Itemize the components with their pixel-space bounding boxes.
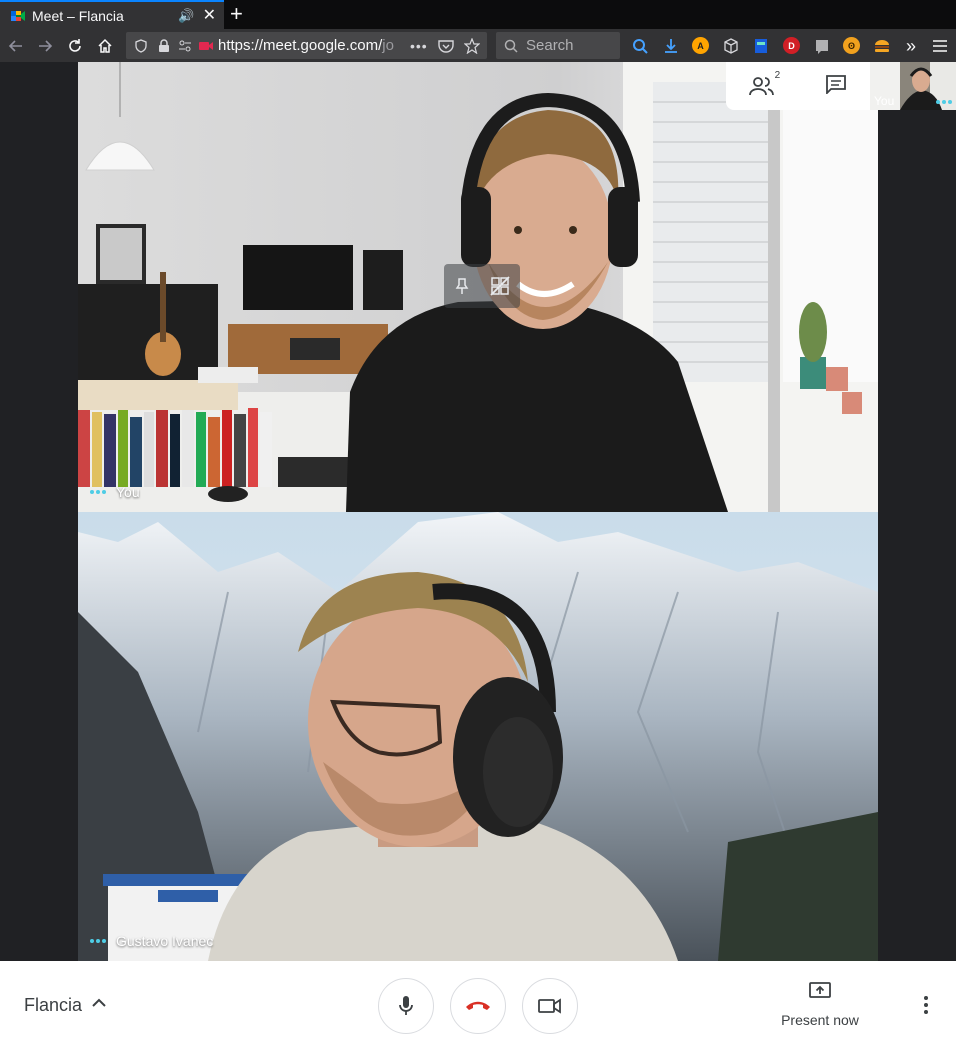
extension-burger-icon[interactable] bbox=[872, 36, 892, 56]
extension-note-icon[interactable] bbox=[812, 36, 832, 56]
audio-activity-dots-icon bbox=[90, 490, 106, 494]
speaker-icon[interactable]: 🔊 bbox=[178, 8, 194, 24]
remove-from-grid-icon[interactable] bbox=[490, 276, 510, 296]
audio-activity-dots-icon bbox=[90, 939, 106, 943]
search-bar[interactable]: Search bbox=[496, 32, 620, 59]
url-bar[interactable]: https://meet.google.com/jo ••• bbox=[126, 32, 487, 59]
star-bookmark-icon[interactable] bbox=[463, 37, 480, 54]
extension-greasemonkey-icon[interactable]: ʘ bbox=[843, 37, 860, 54]
reload-icon[interactable] bbox=[65, 36, 85, 56]
camera-button[interactable] bbox=[522, 978, 578, 1034]
overflow-chevrons-icon[interactable]: » bbox=[901, 36, 921, 56]
participants-count: 2 bbox=[774, 70, 781, 81]
search-icon bbox=[504, 39, 518, 53]
extension-bitwarden-icon[interactable] bbox=[751, 36, 771, 56]
camera-in-use-icon[interactable] bbox=[198, 40, 214, 52]
search-placeholder: Search bbox=[526, 37, 574, 54]
tile-controls bbox=[444, 264, 520, 308]
forward-arrow-icon[interactable] bbox=[35, 36, 55, 56]
participant-name: Gustavo Ivanec bbox=[116, 933, 214, 949]
participant-name: You bbox=[116, 484, 140, 500]
people-button[interactable]: 2 bbox=[748, 70, 780, 96]
search-toolbar-icon[interactable] bbox=[630, 36, 650, 56]
tab-title: Meet – Flancia bbox=[32, 7, 124, 24]
shield-icon[interactable] bbox=[134, 38, 148, 53]
extension-box-icon[interactable] bbox=[721, 36, 741, 56]
present-screen-icon bbox=[809, 982, 831, 998]
browser-navbar: https://meet.google.com/jo ••• Search A … bbox=[0, 29, 956, 62]
mountain-background-video-image bbox=[78, 512, 878, 961]
video-camera-icon bbox=[538, 998, 561, 1014]
hang-up-icon bbox=[466, 1001, 490, 1010]
permissions-icon[interactable] bbox=[178, 40, 192, 52]
present-now-button[interactable]: Present now bbox=[770, 981, 870, 1028]
tab-meet[interactable]: Meet – Flancia 🔊 ✕ bbox=[0, 0, 224, 29]
self-view-label: You bbox=[874, 94, 895, 108]
audio-activity-dots-icon bbox=[936, 100, 952, 104]
participant-name-label: You bbox=[90, 484, 140, 500]
meeting-name[interactable]: Flancia bbox=[24, 995, 82, 1016]
present-now-label: Present now bbox=[781, 1012, 859, 1028]
pocket-icon[interactable] bbox=[438, 39, 454, 53]
browser-tabbar: Meet – Flancia 🔊 ✕ + bbox=[0, 0, 956, 29]
microphone-button[interactable] bbox=[378, 978, 434, 1034]
more-options-icon[interactable] bbox=[916, 991, 936, 1019]
chat-icon bbox=[826, 74, 847, 95]
video-tile-you[interactable]: You bbox=[78, 62, 878, 512]
participant-name-label: Gustavo Ivanec bbox=[90, 933, 213, 949]
pin-icon[interactable] bbox=[454, 277, 470, 295]
back-arrow-icon[interactable] bbox=[6, 36, 26, 56]
meet-control-bar: Flancia Present now bbox=[0, 961, 956, 1050]
video-tile-gustavo-ivanec[interactable]: Gustavo Ivanec bbox=[78, 512, 878, 961]
lock-icon[interactable] bbox=[158, 38, 170, 53]
home-icon[interactable] bbox=[95, 36, 115, 56]
close-icon[interactable]: ✕ bbox=[203, 7, 216, 24]
hamburger-menu-icon[interactable] bbox=[930, 36, 950, 56]
people-chat-panel: 2 bbox=[726, 62, 870, 110]
self-view-thumbnail[interactable]: You bbox=[870, 62, 956, 110]
leave-call-button[interactable] bbox=[450, 978, 506, 1034]
page-actions-icon[interactable]: ••• bbox=[410, 38, 428, 54]
extension-translate-icon[interactable]: A bbox=[692, 37, 709, 54]
new-tab-plus-icon[interactable]: + bbox=[230, 3, 243, 25]
extension-d-icon[interactable]: D bbox=[783, 37, 800, 54]
url-text: https://meet.google.com/jo bbox=[218, 37, 394, 54]
meet-favicon-icon bbox=[11, 10, 25, 21]
microphone-icon bbox=[399, 996, 413, 1015]
people-icon bbox=[748, 77, 774, 96]
download-icon[interactable] bbox=[661, 36, 681, 56]
chat-button[interactable] bbox=[825, 74, 847, 99]
chevron-up-icon[interactable] bbox=[92, 995, 106, 1011]
